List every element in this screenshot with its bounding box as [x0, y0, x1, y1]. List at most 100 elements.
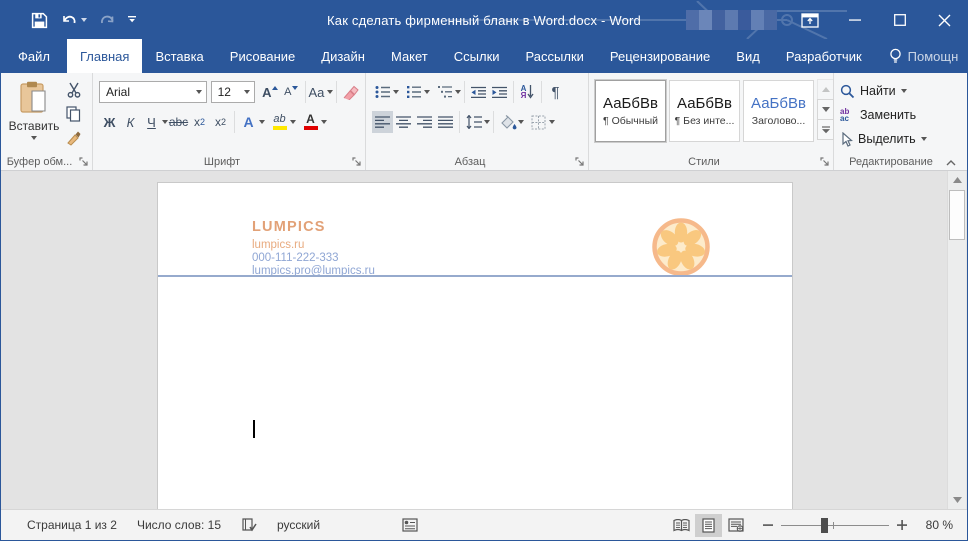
word-count[interactable]: Число слов: 15: [137, 518, 221, 532]
highlight-button[interactable]: ab: [269, 111, 290, 133]
justify-button[interactable]: [435, 111, 456, 133]
tab-review[interactable]: Рецензирование: [597, 39, 723, 73]
ribbon-tab-row: Файл Главная Вставка Рисование Дизайн Ма…: [1, 39, 967, 73]
zoom-slider[interactable]: [781, 517, 889, 533]
font-name-combobox[interactable]: Arial: [99, 81, 207, 103]
customize-qat-icon[interactable]: [123, 7, 141, 33]
borders-button[interactable]: [528, 111, 549, 133]
style-no-spacing[interactable]: АаБбВв ¶ Без инте...: [669, 80, 740, 142]
proofing-icon[interactable]: [241, 517, 257, 533]
multilevel-list-button[interactable]: [434, 81, 455, 103]
change-case-button[interactable]: Aa: [309, 81, 333, 103]
clipboard-dialog-launcher-icon[interactable]: [79, 157, 89, 167]
style-heading1[interactable]: АаБбВв Заголово...: [743, 80, 814, 142]
save-icon[interactable]: [27, 7, 52, 33]
tab-insert[interactable]: Вставка: [142, 39, 216, 73]
sort-button[interactable]: А Я: [517, 81, 538, 103]
line-spacing-button[interactable]: [463, 111, 484, 133]
styles-scroll-up-icon[interactable]: [817, 79, 834, 100]
undo-dropdown-icon[interactable]: [81, 18, 87, 22]
text-effects-dropdown-icon[interactable]: [259, 120, 265, 124]
tab-mailings[interactable]: Рассылки: [513, 39, 597, 73]
show-marks-button[interactable]: ¶: [545, 81, 566, 103]
ribbon-display-options-icon[interactable]: [787, 1, 832, 39]
shading-dropdown-icon[interactable]: [518, 120, 524, 124]
paste-dropdown-icon[interactable]: [31, 136, 37, 140]
multilevel-dropdown-icon[interactable]: [455, 90, 461, 94]
minimize-button[interactable]: [832, 1, 877, 39]
styles-dialog-launcher-icon[interactable]: [820, 157, 830, 167]
collapse-ribbon-icon[interactable]: [946, 159, 956, 166]
align-center-button[interactable]: [393, 111, 414, 133]
cut-icon[interactable]: [63, 79, 84, 101]
strikethrough-button[interactable]: abc: [168, 111, 189, 133]
highlight-dropdown-icon[interactable]: [290, 120, 296, 124]
subscript-button[interactable]: x2: [189, 111, 210, 133]
scroll-down-icon[interactable]: [948, 491, 966, 509]
clear-formatting-icon[interactable]: [340, 81, 361, 103]
font-color-dropdown-icon[interactable]: [321, 120, 327, 124]
tab-references[interactable]: Ссылки: [441, 39, 513, 73]
vertical-scrollbar[interactable]: [947, 171, 966, 509]
zoom-in-icon[interactable]: [897, 520, 907, 530]
find-button[interactable]: Найти: [840, 79, 958, 103]
shrink-font-button[interactable]: A: [281, 81, 302, 103]
select-button[interactable]: Выделить: [840, 127, 958, 151]
macro-record-icon[interactable]: [402, 518, 418, 532]
paste-button[interactable]: Вставить: [9, 81, 59, 153]
tab-file[interactable]: Файл: [1, 39, 67, 73]
tab-layout[interactable]: Макет: [378, 39, 441, 73]
line-spacing-dropdown-icon[interactable]: [484, 120, 490, 124]
underline-button[interactable]: Ч: [141, 111, 162, 133]
web-layout-button[interactable]: [722, 514, 749, 537]
read-mode-button[interactable]: [668, 514, 695, 537]
tab-view[interactable]: Вид: [723, 39, 773, 73]
styles-more-icon[interactable]: [817, 119, 834, 140]
bullets-dropdown-icon[interactable]: [393, 90, 399, 94]
tab-draw[interactable]: Рисование: [217, 39, 308, 73]
numbering-dropdown-icon[interactable]: [424, 90, 430, 94]
find-dropdown-icon[interactable]: [901, 89, 907, 93]
italic-button[interactable]: К: [120, 111, 141, 133]
zoom-level[interactable]: 80 %: [917, 518, 953, 532]
tab-home[interactable]: Главная: [67, 39, 142, 73]
page-indicator[interactable]: Страница 1 из 2: [27, 518, 117, 532]
replace-button[interactable]: ab ac Заменить: [840, 103, 958, 127]
scrollbar-thumb[interactable]: [949, 190, 965, 240]
decrease-indent-icon[interactable]: [468, 81, 489, 103]
font-size-combobox[interactable]: 12: [211, 81, 255, 103]
superscript-button[interactable]: x2: [210, 111, 231, 133]
align-left-button[interactable]: [372, 111, 393, 133]
highlight-label: ab: [273, 113, 285, 125]
zoom-out-icon[interactable]: [763, 520, 773, 530]
style-normal[interactable]: АаБбВв ¶ Обычный: [595, 80, 666, 142]
language-indicator[interactable]: русский: [277, 518, 320, 532]
tell-me-box[interactable]: Помощн: [879, 39, 968, 73]
select-dropdown-icon[interactable]: [921, 137, 927, 141]
document-page[interactable]: LUMPICS lumpics.ru 000-111-222-333 lumpi…: [157, 182, 793, 509]
shading-button[interactable]: [497, 111, 518, 133]
scroll-up-icon[interactable]: [948, 171, 966, 189]
text-effects-button[interactable]: A: [238, 111, 259, 133]
borders-dropdown-icon[interactable]: [549, 120, 555, 124]
document-area[interactable]: LUMPICS lumpics.ru 000-111-222-333 lumpi…: [1, 171, 967, 509]
paragraph-dialog-launcher-icon[interactable]: [575, 157, 585, 167]
tab-developer[interactable]: Разработчик: [773, 39, 875, 73]
grow-font-button[interactable]: A: [260, 81, 281, 103]
format-painter-icon[interactable]: [63, 127, 84, 149]
numbering-button[interactable]: [403, 81, 424, 103]
bullets-button[interactable]: [372, 81, 393, 103]
close-button[interactable]: [922, 1, 967, 39]
bold-button[interactable]: Ж: [99, 111, 120, 133]
increase-indent-icon[interactable]: [489, 81, 510, 103]
styles-scroll-down-icon[interactable]: [817, 99, 834, 120]
font-color-button[interactable]: A: [300, 111, 321, 133]
print-layout-button[interactable]: [695, 514, 722, 537]
font-dialog-launcher-icon[interactable]: [352, 157, 362, 167]
align-right-button[interactable]: [414, 111, 435, 133]
zoom-slider-thumb[interactable]: [821, 518, 828, 533]
undo-button[interactable]: [56, 7, 91, 33]
copy-icon[interactable]: [63, 103, 84, 125]
tab-design[interactable]: Дизайн: [308, 39, 378, 73]
maximize-button[interactable]: [877, 1, 922, 39]
